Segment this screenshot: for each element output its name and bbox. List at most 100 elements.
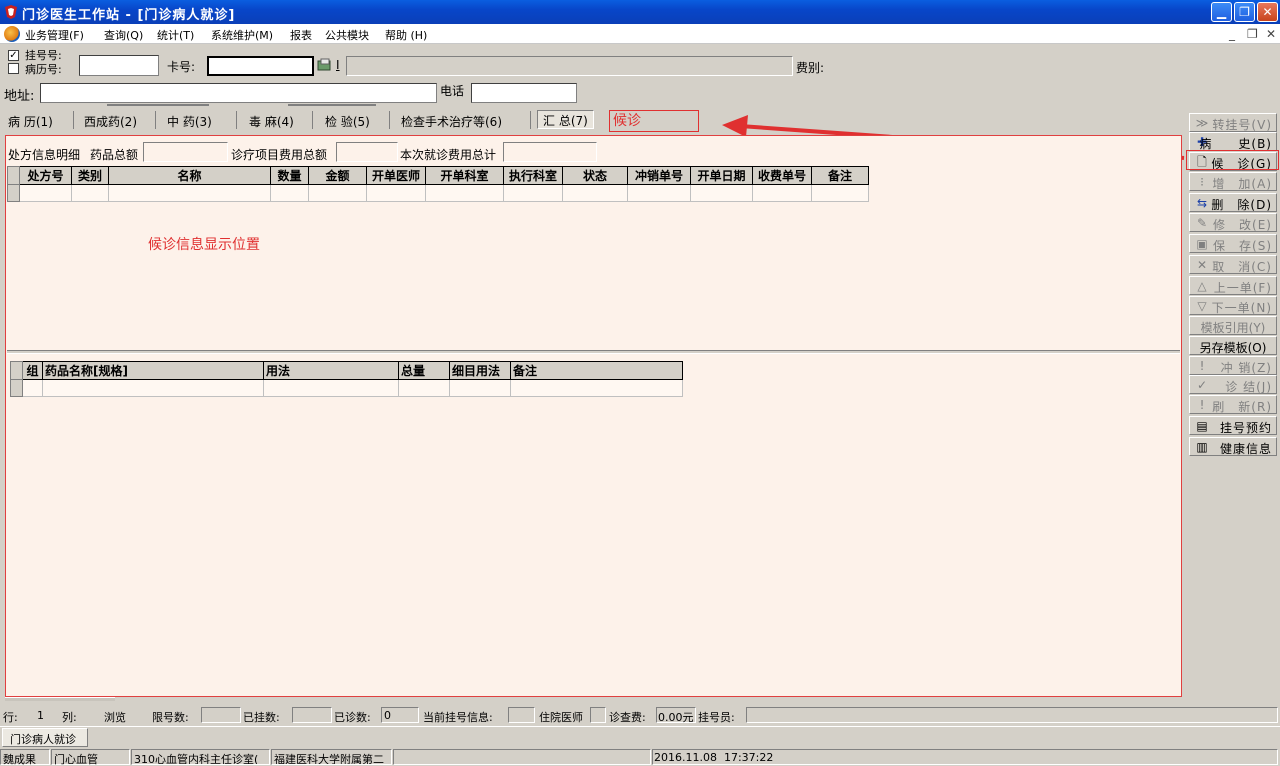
close-button[interactable]: ✕: [1257, 2, 1278, 22]
menu-statistics[interactable]: 统计(T): [157, 27, 194, 43]
column-header[interactable]: 开单医师: [366, 166, 426, 185]
swap-icon: ⇆: [1196, 196, 1208, 210]
tab-western-medicine[interactable]: 西成药(2): [84, 111, 137, 131]
menu-help[interactable]: 帮助 (H): [385, 27, 427, 43]
column-header[interactable]: 数量: [270, 166, 309, 185]
menu-common[interactable]: 公共模块: [325, 27, 369, 43]
doctor-value: [590, 707, 606, 723]
row-indicator-header: [7, 166, 20, 185]
status-empty: [393, 749, 651, 765]
menu-maintenance[interactable]: 系统维护(M): [211, 27, 273, 43]
modify-button[interactable]: ✎ 修 改(E): [1189, 213, 1277, 232]
minimize-button[interactable]: ▁: [1211, 2, 1232, 22]
double-chevron-icon: ≫: [1195, 116, 1209, 130]
appointment-button[interactable]: ▤ 挂号预约: [1189, 416, 1277, 435]
tab-narcotics[interactable]: 毒 麻(4): [249, 111, 294, 131]
column-header[interactable]: 冲销单号: [627, 166, 691, 185]
finish-visit-button[interactable]: ✓ 诊 结(J): [1189, 375, 1277, 394]
prescription-table[interactable]: 处方号 类别 名称 数量 金额 开单医师 开单科室 执行科室 状态 冲销单号 开…: [7, 166, 869, 202]
menu-query[interactable]: 查询(Q): [104, 27, 143, 43]
table-header-row: 组 药品名称[规格] 用法 总量 细目用法 备注: [10, 361, 683, 380]
button-label: 挂号预约: [1219, 421, 1272, 435]
column-header[interactable]: 备注: [510, 361, 683, 380]
phone-input[interactable]: [471, 83, 577, 103]
next-order-button[interactable]: ▽ 下一单(N): [1189, 296, 1277, 315]
exclamation-icon: !: [1199, 359, 1205, 373]
reverse-button[interactable]: ! 冲 销(Z): [1189, 356, 1277, 375]
add-button[interactable]: ⁝ 增 加(A): [1189, 172, 1277, 191]
address-label: 地址:: [4, 89, 35, 104]
row-indicator[interactable]: [10, 379, 23, 397]
reg-no-checkbox[interactable]: ✓: [8, 50, 19, 61]
column-header[interactable]: 收费单号: [752, 166, 812, 185]
tab-separator: [389, 111, 390, 129]
prescription-detail-label: 处方信息明细: [8, 148, 81, 162]
tab-outpatient-visit[interactable]: 门诊病人就诊: [2, 728, 88, 747]
delete-button[interactable]: ⇆ 删 除(D): [1189, 193, 1277, 212]
tab-medical-record[interactable]: 病 历(1): [8, 111, 53, 131]
tab-exam-surgery[interactable]: 检查手术治疗等(6): [401, 111, 502, 131]
drug-total-value: [143, 142, 228, 162]
item-total-value: [336, 142, 398, 162]
button-label: 另存模板(O): [1199, 341, 1267, 355]
patient-no-input[interactable]: [79, 55, 159, 76]
history-button[interactable]: ✚ 病 史(B): [1189, 132, 1277, 151]
inpatient-doctor: 住院医师: [539, 711, 583, 724]
card-read-button[interactable]: I: [336, 58, 340, 72]
tab-chinese-medicine[interactable]: 中 药(3): [167, 111, 212, 131]
table-row[interactable]: [10, 379, 683, 397]
cancel-button[interactable]: ✕ 取 消(C): [1189, 255, 1277, 274]
consult-room: 310心血管内科主任诊室(: [134, 753, 259, 765]
column-header[interactable]: 状态: [562, 166, 628, 185]
address-input[interactable]: [40, 83, 437, 103]
transfer-reg-button[interactable]: ≫ 转挂号(V): [1189, 113, 1277, 132]
column-header[interactable]: 名称: [108, 166, 271, 185]
app-icon: [5, 5, 17, 19]
mdi-restore-button[interactable]: ❐: [1247, 27, 1258, 41]
record-no-checkbox[interactable]: [8, 63, 19, 74]
prev-order-button[interactable]: △ 上一单(F): [1189, 276, 1277, 295]
save-button[interactable]: ▣ 保 存(S): [1189, 234, 1277, 253]
horizontal-scrollbar[interactable]: [5, 697, 115, 701]
waiting-annotation-box: 候诊: [609, 110, 699, 132]
save-template-button[interactable]: 另存模板(O): [1189, 336, 1277, 355]
button-label: 健康信息: [1219, 442, 1272, 456]
template-apply-button[interactable]: 模板引用(Y): [1189, 316, 1277, 335]
card-label: 卡号:: [167, 60, 196, 74]
menu-reports[interactable]: 报表: [290, 27, 312, 43]
column-header[interactable]: 备注: [811, 166, 869, 185]
column-header[interactable]: 类别: [71, 166, 109, 185]
column-header[interactable]: 组: [22, 361, 43, 380]
column-header[interactable]: 总量: [398, 361, 450, 380]
tab-summary[interactable]: 汇 总(7): [537, 110, 594, 129]
tab-lab-test[interactable]: 检 验(5): [325, 111, 370, 131]
row-indicator[interactable]: [7, 184, 20, 202]
current-reg-value: [508, 707, 535, 723]
current-reg-label: 当前挂号信息:: [423, 711, 493, 724]
panel-splitter[interactable]: [7, 350, 1180, 354]
seen-label: 已诊数:: [334, 711, 371, 724]
drug-table[interactable]: 组 药品名称[规格] 用法 总量 细目用法 备注: [10, 361, 683, 397]
menu-business[interactable]: 业务管理(F): [25, 27, 84, 43]
column-header[interactable]: 细目用法: [449, 361, 511, 380]
card-reader-icon[interactable]: [316, 57, 334, 75]
mdi-minimize-button[interactable]: _: [1229, 27, 1235, 41]
column-header[interactable]: 执行科室: [503, 166, 563, 185]
health-info-button[interactable]: ▥ 健康信息: [1189, 437, 1277, 456]
mdi-close-button[interactable]: ✕: [1266, 27, 1276, 41]
restore-button[interactable]: ❐: [1234, 2, 1255, 22]
button-label: 上一单(F): [1213, 281, 1272, 295]
column-header[interactable]: 处方号: [19, 166, 72, 185]
card-no-input[interactable]: [207, 56, 314, 76]
refresh-button[interactable]: ! 刷 新(R): [1189, 395, 1277, 414]
column-header[interactable]: 用法: [263, 361, 399, 380]
item-total-label: 诊疗项目费用总额: [231, 148, 328, 162]
button-label: 取 消(C): [1212, 260, 1272, 274]
column-header[interactable]: 金额: [308, 166, 367, 185]
column-header[interactable]: 药品名称[规格]: [42, 361, 264, 380]
save-icon: ▣: [1196, 237, 1208, 251]
column-header[interactable]: 开单科室: [425, 166, 504, 185]
table-row[interactable]: [7, 184, 869, 202]
status-bar: 行: 1 列: 浏览 限号数: 已挂数: 已诊数: 0 当前挂号信息: 住院医师…: [0, 706, 1280, 725]
column-header[interactable]: 开单日期: [690, 166, 753, 185]
